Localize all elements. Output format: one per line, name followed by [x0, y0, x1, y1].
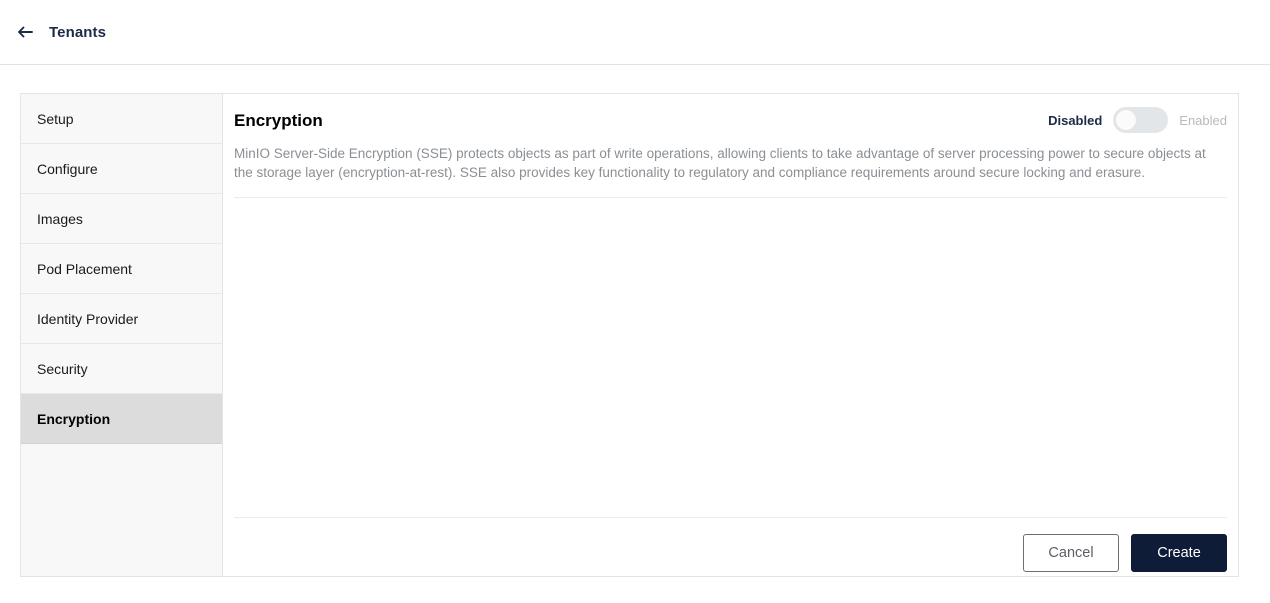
- sidebar-item-label: Security: [37, 360, 88, 377]
- sidebar-item-label: Configure: [37, 160, 98, 177]
- sidebar-item-pod-placement[interactable]: Pod Placement: [21, 244, 222, 294]
- sidebar-empty-area: [21, 444, 222, 575]
- panel-content-area: [234, 198, 1227, 517]
- sidebar-item-configure[interactable]: Configure: [21, 144, 222, 194]
- back-label: Tenants: [49, 23, 107, 41]
- encryption-description: MinIO Server-Side Encryption (SSE) prote…: [234, 146, 1206, 180]
- sidebar-item-encryption[interactable]: Encryption: [21, 394, 222, 444]
- sidebar-item-label: Images: [37, 210, 83, 227]
- top-bar: Tenants: [0, 0, 1270, 65]
- toggle-off-label: Disabled: [1048, 112, 1103, 128]
- arrow-left-icon: [16, 23, 34, 41]
- panel-header: Encryption Disabled Enabled: [234, 94, 1227, 133]
- create-tenant-wizard: Setup Configure Images Pod Placement Ide…: [20, 93, 1239, 577]
- sidebar-item-label: Identity Provider: [37, 310, 139, 327]
- sidebar-item-label: Pod Placement: [37, 260, 132, 277]
- wizard-actions: Cancel Create: [234, 518, 1227, 576]
- sidebar-item-security[interactable]: Security: [21, 344, 222, 394]
- encryption-toggle-switch[interactable]: [1113, 107, 1169, 133]
- cancel-button[interactable]: Cancel: [1023, 534, 1119, 572]
- encryption-toggle-group: Disabled Enabled: [1048, 107, 1227, 133]
- sidebar-item-setup[interactable]: Setup: [21, 94, 222, 144]
- encryption-panel: Encryption Disabled Enabled MinIO Server…: [223, 94, 1238, 576]
- sidebar-item-identity-provider[interactable]: Identity Provider: [21, 294, 222, 344]
- sidebar-item-images[interactable]: Images: [21, 194, 222, 244]
- page-title: Encryption: [234, 110, 323, 130]
- back-to-tenants-button[interactable]: Tenants: [16, 23, 106, 41]
- sidebar-item-label: Setup: [37, 110, 74, 127]
- sidebar-item-label: Encryption: [37, 410, 111, 427]
- toggle-on-label: Enabled: [1179, 112, 1227, 128]
- toggle-knob: [1115, 109, 1138, 131]
- wizard-step-sidebar: Setup Configure Images Pod Placement Ide…: [21, 94, 223, 576]
- create-button[interactable]: Create: [1131, 534, 1227, 572]
